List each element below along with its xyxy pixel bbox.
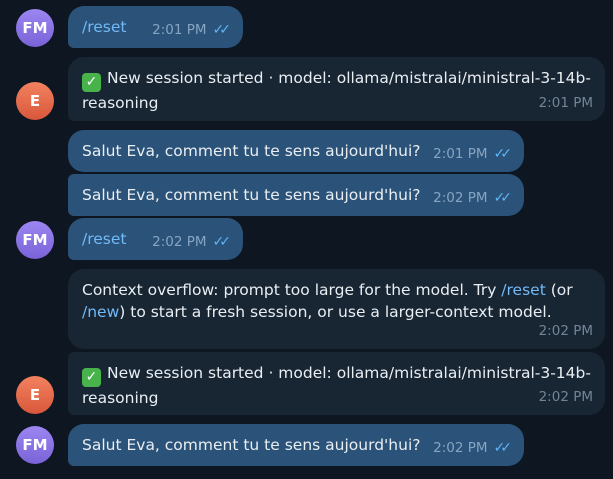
avatar-fm[interactable]: FM (16, 221, 54, 259)
message-text: New session started · model: ollama/mist… (107, 69, 591, 87)
message-time: 2:01 PM (152, 22, 207, 38)
avatar-initials: FM (22, 231, 48, 249)
double-check-icon: ✓✓ (493, 190, 513, 206)
message-text: Salut Eva, comment tu te sens aujourd'hu… (82, 436, 421, 454)
message-meta: 2:02 PM ✓✓ (152, 231, 231, 253)
double-check-icon: ✓✓ (212, 234, 232, 250)
double-check-icon: ✓✓ (493, 440, 513, 456)
message-bubble-outgoing[interactable]: Salut Eva, comment tu te sens aujourd'hu… (68, 424, 524, 466)
message-time: 2:01 PM (538, 95, 593, 111)
avatar-initials: FM (22, 436, 48, 454)
command-link-reset[interactable]: /reset (82, 230, 126, 248)
message-time: 2:02 PM (538, 323, 593, 339)
message-text: Salut Eva, comment tu te sens aujourd'hu… (82, 186, 421, 204)
message-meta: 2:01 PM ✓✓ (152, 19, 231, 41)
message-bubble-outgoing[interactable]: /reset 2:02 PM ✓✓ (68, 218, 243, 260)
message-text: New session started · model: ollama/mist… (107, 364, 591, 382)
message-time: 2:01 PM (433, 146, 488, 162)
message-time: 2:02 PM (433, 190, 488, 206)
message-text: ) to start a fresh session, or use a lar… (119, 303, 552, 321)
check-mark-icon: ✓ (82, 368, 101, 387)
message-bubble-outgoing[interactable]: /reset 2:01 PM ✓✓ (68, 6, 243, 48)
command-link-reset[interactable]: /reset (82, 18, 126, 36)
message-time: 2:02 PM (538, 389, 593, 405)
avatar-initials: E (29, 92, 41, 110)
message-text: Context overflow: prompt too large for t… (82, 281, 502, 299)
double-check-icon: ✓✓ (493, 146, 513, 162)
message-bubble-incoming[interactable]: ✓ New session started · model: ollama/mis… (68, 57, 605, 121)
message-meta: 2:01 PM ✓✓ (433, 143, 512, 165)
message-meta: 2:02 PM ✓✓ (433, 437, 512, 459)
message-bubble-incoming[interactable]: Context overflow: prompt too large for t… (68, 269, 605, 349)
message-bubble-outgoing[interactable]: Salut Eva, comment tu te sens aujourd'hu… (68, 130, 524, 172)
message-meta: 2:02 PM (539, 320, 593, 342)
message-meta: 2:02 PM (539, 386, 593, 408)
message-bubble-incoming[interactable]: ✓ New session started · model: ollama/mis… (68, 352, 605, 415)
avatar-e[interactable]: E (16, 82, 54, 120)
command-link-new[interactable]: /new (82, 303, 119, 321)
message-text: (or (545, 281, 573, 299)
avatar-fm[interactable]: FM (16, 426, 54, 464)
message-text: Salut Eva, comment tu te sens aujourd'hu… (82, 142, 421, 160)
message-meta: 2:02 PM ✓✓ (433, 187, 512, 209)
message-text: reasoning (82, 389, 159, 407)
command-link-reset[interactable]: /reset (501, 281, 545, 299)
avatar-initials: E (29, 386, 41, 404)
message-time: 2:02 PM (152, 234, 207, 250)
double-check-icon: ✓✓ (212, 22, 232, 38)
avatar-fm[interactable]: FM (16, 9, 54, 47)
message-time: 2:02 PM (433, 440, 488, 456)
check-mark-icon: ✓ (82, 73, 101, 92)
message-bubble-outgoing[interactable]: Salut Eva, comment tu te sens aujourd'hu… (68, 174, 524, 216)
avatar-initials: FM (22, 19, 48, 37)
avatar-e[interactable]: E (16, 376, 54, 414)
message-meta: 2:01 PM (539, 92, 593, 114)
message-text: reasoning (82, 94, 159, 112)
